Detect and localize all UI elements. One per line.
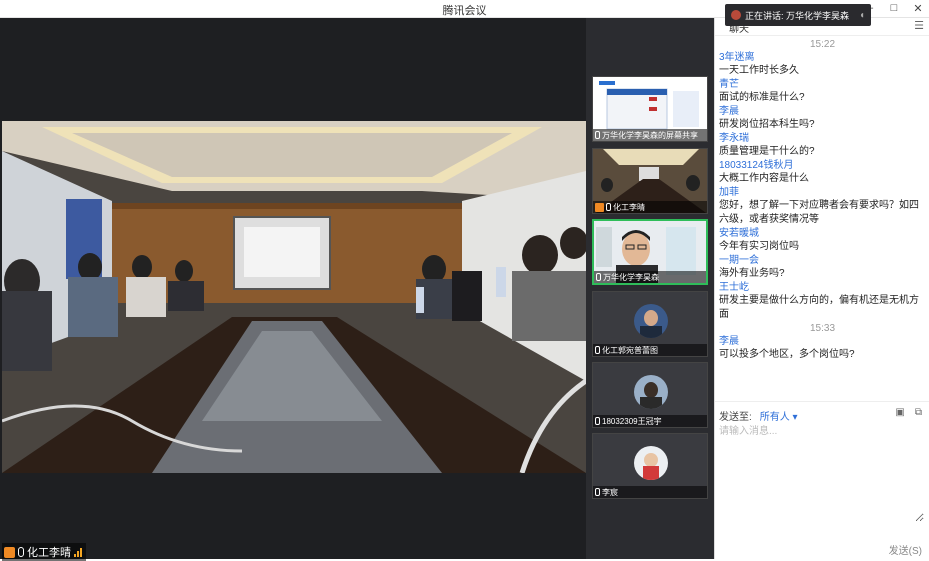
participant-name: 李宸 — [602, 487, 618, 497]
message-sender[interactable]: 青芒 — [719, 78, 926, 91]
participant-label: 化工郭宛普蕾图 — [593, 344, 707, 356]
message-sender[interactable]: 李永瑞 — [719, 132, 926, 145]
main-speaker-name: 化工李晴 — [27, 547, 71, 559]
chat-message: 青芒 面试的标准是什么? — [715, 78, 929, 105]
participant-name: 18032309王冠宇 — [602, 416, 662, 426]
audio-wave-icon: ◖ — [858, 9, 865, 21]
message-sender[interactable]: 18033124钱秋月 — [719, 159, 926, 172]
participant-tile-active[interactable]: 万华化学李昊森 — [592, 219, 708, 285]
message-sender[interactable]: 3年迷离 — [719, 51, 926, 64]
message-sender[interactable]: 加菲 — [719, 186, 926, 199]
speaking-text: 正在讲话: 万华化学李昊森 — [745, 10, 850, 21]
mic-icon — [595, 488, 600, 496]
participant-tile[interactable]: 李宸 — [592, 433, 708, 499]
user-avatar-icon — [4, 546, 15, 558]
main-speaker-label: 化工李晴 — [2, 543, 86, 561]
mic-icon — [18, 547, 24, 557]
participant-strip: 万华化学李昊森的屏幕共享 化工李晴 万华化学李昊森 化工郭宛普蕾图 180323… — [586, 18, 714, 559]
participant-label: 万华化学李昊森 — [594, 271, 706, 283]
participant-name: 万华化学李昊森的屏幕共享 — [602, 130, 698, 140]
chat-message: 加菲 您好，想了解一下对应聘者会有要求吗？如四六级，或者获奖情况等 — [715, 186, 929, 227]
participant-label: 化工李晴 — [593, 201, 707, 213]
message-text: 海外有业务吗? — [719, 268, 785, 279]
message-text: 可以投多个地区，多个岗位吗? — [719, 349, 855, 360]
mic-icon — [595, 417, 600, 425]
chat-message: 李晨 研发岗位招本科生吗? — [715, 105, 929, 132]
participant-name: 化工郭宛普蕾图 — [602, 345, 658, 355]
conference-room-image — [2, 121, 586, 473]
participant-tile[interactable]: 化工李晴 — [592, 148, 708, 214]
mic-icon — [606, 203, 611, 211]
folder-icon[interactable]: ▣ — [895, 407, 904, 418]
participant-label: 万华化学李昊森的屏幕共享 — [593, 129, 707, 141]
message-text: 面试的标准是什么? — [719, 92, 805, 103]
chat-message: 李永瑞 质量管理是干什么的? — [715, 132, 929, 159]
participant-label: 18032309王冠宇 — [593, 415, 707, 427]
message-timestamp: 15:33 — [809, 323, 836, 334]
message-sender[interactable]: 李晨 — [719, 335, 926, 348]
message-sender[interactable]: 李晨 — [719, 105, 926, 118]
avatar — [634, 304, 668, 338]
send-to-label: 发送至: — [719, 412, 752, 423]
participant-tile[interactable]: 18032309王冠宇 — [592, 362, 708, 428]
message-text: 一天工作时长多久 — [719, 65, 799, 76]
chat-panel: 聊天 ☰ 正在讲话: 万华化学李昊森 ◖ 15:22 3年迷离 一天工作时长多久 青芒… — [714, 4, 929, 559]
participant-label: 李宸 — [593, 486, 707, 498]
participant-name: 万华化学李昊森 — [603, 272, 659, 282]
mic-icon — [596, 273, 601, 281]
chat-input[interactable] — [719, 422, 924, 522]
screenshot-icon[interactable]: ⧉ — [915, 407, 922, 418]
chat-message: 李晨 可以投多个地区，多个岗位吗? — [715, 335, 929, 362]
send-to-row: 发送至: 所有人 ▾ — [719, 408, 798, 423]
mic-icon — [595, 131, 600, 139]
message-text: 质量管理是干什么的? — [719, 146, 815, 157]
recipient-select[interactable]: 所有人 ▾ — [760, 408, 798, 423]
avatar — [634, 375, 668, 409]
chat-message: 一期一会 海外有业务吗? — [715, 254, 929, 281]
participant-tile[interactable]: 万华化学李昊森的屏幕共享 — [592, 76, 708, 142]
send-button[interactable]: 发送(S) — [889, 542, 922, 557]
chat-message: 安若暖城 今年有实习岗位吗 — [715, 227, 929, 254]
close-button[interactable]: ✕ — [911, 1, 925, 15]
message-text: 您好，想了解一下对应聘者会有要求吗？如四六级，或者获奖情况等 — [719, 200, 919, 225]
message-text: 研发岗位招本科生吗? — [719, 119, 815, 130]
participant-name: 化工李晴 — [613, 202, 645, 212]
message-text: 大概工作内容是什么 — [719, 173, 809, 184]
chat-composer: 发送至: 所有人 ▾ ▣ ⧉ 发送(S) — [715, 401, 929, 559]
message-text: 今年有实习岗位吗 — [719, 241, 799, 252]
mic-icon — [595, 346, 600, 354]
composer-tools: ▣ ⧉ — [895, 407, 922, 418]
main-video-feed[interactable] — [2, 121, 586, 473]
message-sender[interactable]: 王士屹 — [719, 281, 926, 294]
chat-message: 3年迷离 一天工作时长多久 — [715, 51, 929, 78]
chat-message: 王士屹 研发主要是做什么方向的，偏有机还是无机方面 — [715, 281, 929, 322]
chat-message: 18033124钱秋月 大概工作内容是什么 — [715, 159, 929, 186]
avatar — [634, 446, 668, 480]
signal-strength-icon — [74, 547, 82, 557]
participant-tile[interactable]: 化工郭宛普蕾图 — [592, 291, 708, 357]
user-avatar-icon — [595, 202, 604, 212]
speaking-indicator: 正在讲话: 万华化学李昊森 ◖ — [725, 4, 871, 26]
speaker-avatar — [731, 10, 741, 20]
message-list: 15:22 3年迷离 一天工作时长多久 青芒 面试的标准是什么? 李晨 研发岗位招本科生吗?… — [715, 38, 929, 362]
menu-icon[interactable]: ☰ — [914, 19, 924, 32]
window-controls: – □ ✕ — [863, 1, 925, 15]
message-sender[interactable]: 安若暖城 — [719, 227, 926, 240]
maximize-button[interactable]: □ — [887, 1, 901, 15]
message-sender[interactable]: 一期一会 — [719, 254, 926, 267]
message-timestamp: 15:22 — [809, 39, 836, 50]
message-text: 研发主要是做什么方向的，偏有机还是无机方面 — [719, 295, 919, 320]
